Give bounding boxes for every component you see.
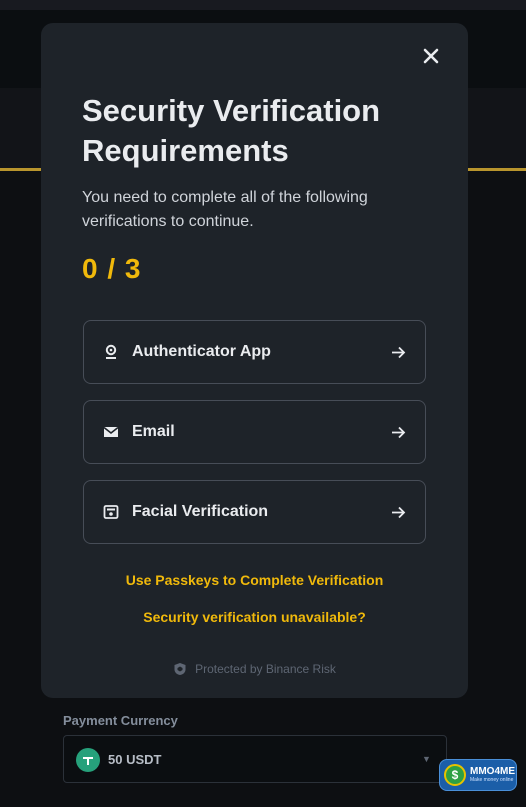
footer: Protected by Binance Risk	[41, 662, 468, 676]
arrow-right-icon	[389, 423, 407, 441]
verification-progress: 0 / 3	[82, 253, 142, 284]
background-topbar	[0, 0, 526, 10]
watermark-logo: $ MMO4ME Make money online	[439, 759, 517, 791]
verification-unavailable-link[interactable]: Security verification unavailable?	[41, 609, 468, 625]
watermark-title: MMO4ME	[470, 766, 515, 777]
modal-title: Security Verification Requirements	[82, 93, 381, 168]
usdt-coin-icon	[76, 748, 100, 772]
payment-currency-label: Payment Currency	[63, 713, 178, 728]
close-button[interactable]	[420, 45, 442, 67]
payment-currency-value: 50 USDT	[108, 752, 162, 767]
email-icon	[102, 423, 120, 441]
facial-verification-label: Facial Verification	[132, 503, 269, 520]
chevron-down-icon: ▼	[422, 754, 431, 764]
dollar-coin-icon: $	[444, 764, 466, 786]
close-icon	[423, 48, 439, 64]
watermark-subtitle: Make money online	[470, 777, 514, 783]
authenticator-app-option[interactable]: Authenticator App	[83, 320, 426, 384]
modal-description: You need to complete all of the followin…	[82, 189, 368, 230]
facial-verification-option[interactable]: Facial Verification	[83, 480, 426, 544]
email-label: Email	[132, 423, 175, 440]
email-option[interactable]: Email	[83, 400, 426, 464]
protected-by-text: Protected by Binance Risk	[195, 662, 336, 676]
arrow-right-icon	[389, 503, 407, 521]
authenticator-icon	[102, 343, 120, 361]
shield-icon	[174, 663, 186, 675]
authenticator-app-label: Authenticator App	[132, 343, 271, 360]
face-id-icon	[102, 503, 120, 521]
payment-currency-select[interactable]: 50 USDT ▼	[63, 735, 447, 783]
arrow-right-icon	[389, 343, 407, 361]
security-verification-modal: Security Verification Requirements You n…	[41, 23, 468, 698]
use-passkeys-link[interactable]: Use Passkeys to Complete Verification	[41, 572, 468, 588]
